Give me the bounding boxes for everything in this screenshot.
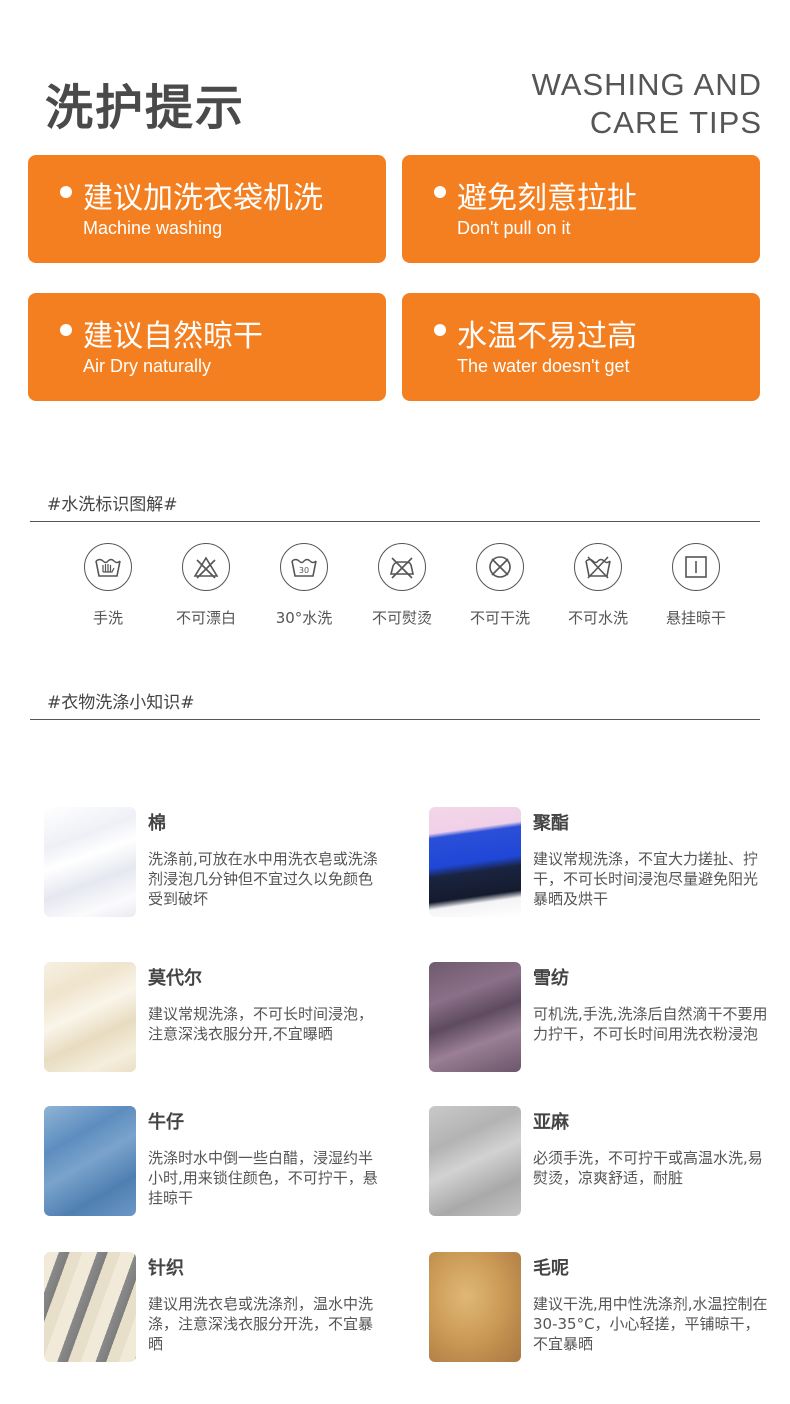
fabric-item-modal: 莫代尔 建议常规洗涤，不可长时间浸泡，注意深浅衣服分开,不宜曝晒 [44, 962, 384, 1072]
tip-subtitle: Machine washing [83, 218, 223, 238]
fabric-item-linen: 亚麻 必须手洗，不可拧干或高温水洗,易熨烫，凉爽舒适，耐脏 [429, 1106, 769, 1216]
tip-subtitle: The water doesn't get [457, 356, 630, 376]
page-title-english: WASHING AND CARE TIPS [532, 66, 762, 142]
hand-wash-icon [84, 543, 132, 591]
fabric-name: 聚酯 [533, 813, 569, 834]
fabric-name: 毛呢 [533, 1258, 569, 1279]
bullet-dot [60, 186, 72, 198]
knit-fabric-image [44, 1252, 136, 1362]
fabric-description: 建议用洗衣皂或洗涤剂，温水中洗涤，注意深浅衣服分开洗，不宜暴晒 [148, 1295, 374, 1353]
section-divider [30, 521, 760, 522]
fabric-name: 雪纺 [533, 968, 569, 989]
modal-fabric-image [44, 962, 136, 1072]
tip-subtitle: Don't pull on it [457, 218, 571, 238]
knowledge-section-title: #衣物洗涤小知识# [47, 693, 195, 713]
symbol-no-bleach: 不可漂白 [156, 543, 256, 628]
tip-subtitle: Air Dry naturally [83, 356, 212, 376]
tip-title: 水温不易过高 [457, 319, 637, 354]
fabric-description: 建议常规洗涤，不可长时间浸泡，注意深浅衣服分开,不宜曝晒 [148, 1005, 374, 1043]
symbol-label: 30°水洗 [275, 609, 333, 627]
fabric-item-chiffon: 雪纺 可机洗,手洗,洗涤后自然滴干不要用力拧干，不可长时间用洗衣粉浸泡 [429, 962, 769, 1072]
no-iron-icon [378, 543, 426, 591]
tip-title: 避免刻意拉扯 [457, 181, 637, 216]
fabric-name: 牛仔 [148, 1112, 184, 1133]
fabric-description: 洗涤前,可放在水中用洗衣皂或洗涤剂浸泡几分钟但不宜过久以免颜色受到破坏 [148, 850, 378, 908]
fabric-description: 建议干洗,用中性洗涤剂,水温控制在30-35°C，小心轻搓，平铺晾干，不宜暴晒 [533, 1295, 768, 1353]
cotton-fabric-image [44, 807, 136, 917]
wool-fabric-image [429, 1252, 521, 1362]
section-divider [30, 719, 760, 720]
tip-card-dont-pull: 避免刻意拉扯 Don't pull on it [402, 155, 760, 263]
polyester-fabric-image [429, 807, 521, 917]
title-en-line1: WASHING AND [531, 67, 762, 102]
tip-title: 建议加洗衣袋机洗 [83, 181, 323, 216]
symbols-section-title: #水洗标识图解# [47, 495, 178, 515]
bullet-dot [434, 324, 446, 336]
tip-card-water-temp: 水温不易过高 The water doesn't get [402, 293, 760, 401]
symbol-label: 不可水洗 [567, 609, 628, 627]
bullet-dot [60, 324, 72, 336]
symbol-wash-30: 30 30°水洗 [254, 543, 354, 628]
fabric-item-denim: 牛仔 洗涤时水中倒一些白醋，浸湿约半小时,用来锁住颜色，不可拧干，悬挂晾干 [44, 1106, 384, 1216]
tip-title: 建议自然晾干 [83, 319, 263, 354]
denim-fabric-image [44, 1106, 136, 1216]
page-title: 洗护提示 [45, 80, 246, 136]
fabric-name: 针织 [148, 1258, 184, 1279]
linen-fabric-image [429, 1106, 521, 1216]
fabric-item-knit: 针织 建议用洗衣皂或洗涤剂，温水中洗涤，注意深浅衣服分开洗，不宜暴晒 [44, 1252, 384, 1362]
fabric-item-cotton: 棉 洗涤前,可放在水中用洗衣皂或洗涤剂浸泡几分钟但不宜过久以免颜色受到破坏 [44, 807, 384, 917]
symbol-no-iron: 不可熨烫 [352, 543, 452, 628]
fabric-name: 亚麻 [533, 1112, 569, 1133]
symbol-no-dry-clean: 不可干洗 [450, 543, 550, 628]
symbol-no-wash: 不可水洗 [548, 543, 648, 628]
symbol-hand-wash: 手洗 [58, 543, 158, 628]
bullet-dot [434, 186, 446, 198]
symbol-line-dry: 悬挂晾干 [646, 543, 746, 628]
fabric-description: 必须手洗，不可拧干或高温水洗,易熨烫，凉爽舒适，耐脏 [533, 1149, 763, 1187]
fabric-description: 可机洗,手洗,洗涤后自然滴干不要用力拧干，不可长时间用洗衣粉浸泡 [533, 1005, 768, 1043]
chiffon-fabric-image [429, 962, 521, 1072]
symbol-label: 不可漂白 [175, 609, 236, 627]
fabric-item-wool: 毛呢 建议干洗,用中性洗涤剂,水温控制在30-35°C，小心轻搓，平铺晾干，不宜… [429, 1252, 769, 1362]
tip-card-machine-washing: 建议加洗衣袋机洗 Machine washing [28, 155, 386, 263]
fabric-description: 洗涤时水中倒一些白醋，浸湿约半小时,用来锁住颜色，不可拧干，悬挂晾干 [148, 1149, 378, 1207]
line-dry-icon [672, 543, 720, 591]
fabric-item-polyester: 聚酯 建议常规洗涤，不宜大力搓扯、拧干，不可长时间浸泡尽量避免阳光暴晒及烘干 [429, 807, 769, 917]
symbol-label: 手洗 [92, 609, 123, 627]
symbol-label: 悬挂晾干 [665, 609, 726, 627]
fabric-name: 棉 [148, 813, 166, 834]
symbol-label: 不可干洗 [469, 609, 530, 627]
wash-temp-text: 30 [299, 566, 309, 575]
no-wash-icon [574, 543, 622, 591]
symbol-label: 不可熨烫 [371, 609, 432, 627]
wash-30-icon: 30 [280, 543, 328, 591]
fabric-description: 建议常规洗涤，不宜大力搓扯、拧干，不可长时间浸泡尽量避免阳光暴晒及烘干 [533, 850, 759, 908]
fabric-name: 莫代尔 [148, 968, 202, 989]
title-en-line2: CARE TIPS [589, 105, 762, 140]
no-bleach-icon [182, 543, 230, 591]
no-dry-clean-icon [476, 543, 524, 591]
tip-card-air-dry: 建议自然晾干 Air Dry naturally [28, 293, 386, 401]
